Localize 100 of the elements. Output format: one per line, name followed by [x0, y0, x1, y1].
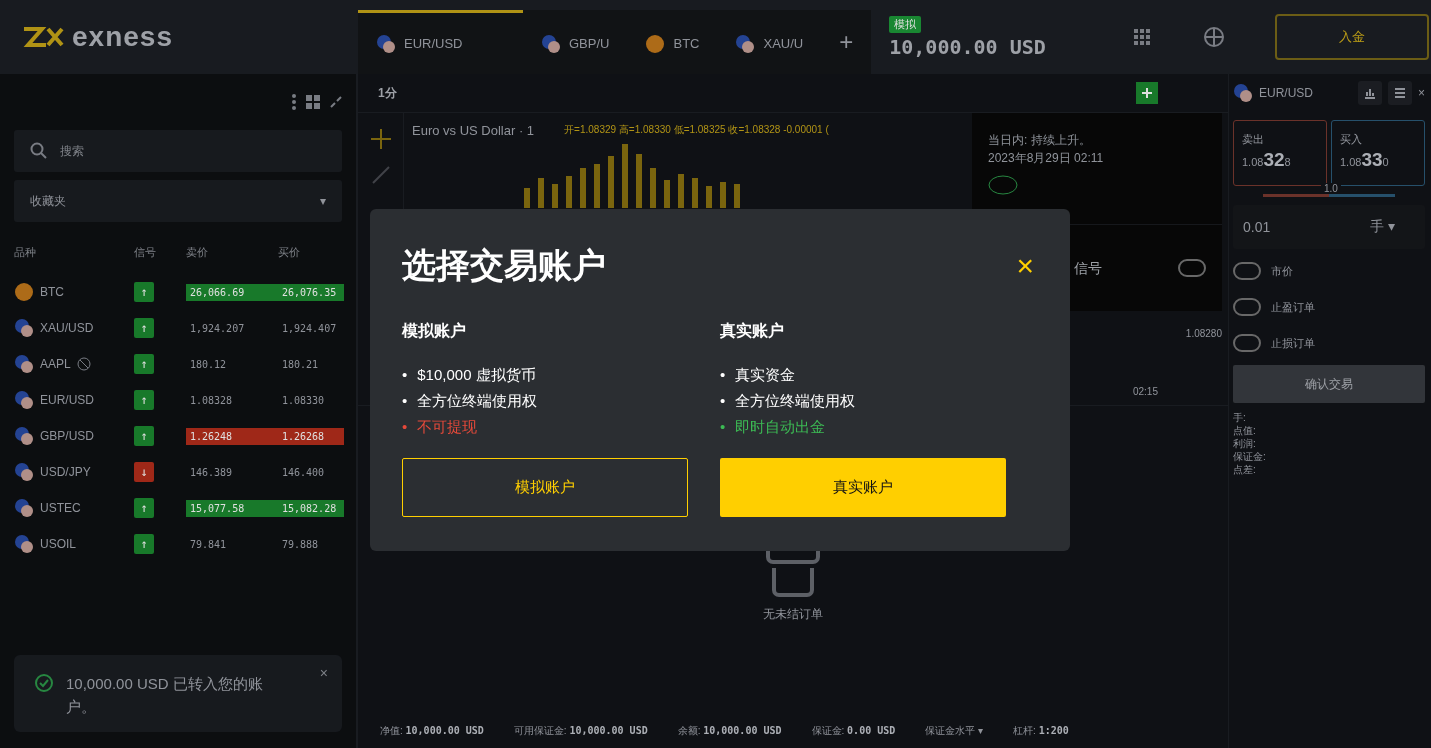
flag-icon [14, 354, 34, 374]
time-label: 02:15 [1132, 386, 1158, 397]
column-header: 买价 [278, 244, 301, 260]
dialog-title: 选择交易账户 [402, 245, 607, 286]
close-button[interactable]: × [319, 665, 328, 681]
ask-price: 1.26268 [278, 427, 344, 445]
feature-item: • 真实资金 [720, 365, 797, 385]
feature-item: • 全方位终端使用权 [402, 391, 539, 411]
account-balance[interactable]: 10,000.00 USD [889, 34, 1046, 59]
logo-icon [22, 25, 66, 49]
symbol-name[interactable]: BTC [40, 285, 64, 299]
chart-title: Euro vs US Dollar · 1 [412, 123, 535, 138]
close-button[interactable]: × [1016, 251, 1034, 281]
symbol-name[interactable]: USTEC [40, 501, 81, 515]
flag-icon [735, 33, 756, 54]
account-badge: 模拟 [889, 15, 922, 33]
candle [692, 178, 698, 208]
chart-view-button[interactable] [1358, 81, 1382, 105]
account-title: 模拟账户 [402, 321, 467, 341]
candle [538, 178, 544, 208]
ask-price: 79.888 [281, 537, 320, 552]
flag-icon [14, 462, 34, 482]
add-tab-button[interactable]: + [821, 10, 872, 74]
deposit-button[interactable]: 入金 [1275, 14, 1429, 60]
toggle-switch[interactable] [1233, 334, 1261, 352]
status-item: 净值: 10,000.00 USD [380, 724, 484, 738]
close-button[interactable]: × [1418, 86, 1425, 100]
instrument-tab[interactable]: XAU/U [717, 10, 822, 74]
toggle-switch[interactable] [1233, 298, 1261, 316]
crosshair-icon[interactable] [370, 129, 391, 149]
symbol-name[interactable]: USD/JPY [40, 465, 91, 479]
timeframe-button[interactable]: 1分 [378, 84, 397, 102]
candle [734, 184, 740, 208]
globe-icon[interactable] [1203, 26, 1225, 48]
status-item: 余额: 10,000.00 USD [677, 724, 782, 738]
filter-dropdown[interactable]: 收藏夹 ▾ [14, 180, 342, 222]
feature-item: • 即时自动出金 [720, 417, 827, 437]
flag-icon [14, 318, 34, 338]
search-field[interactable]: 搜索 [14, 130, 342, 172]
provider-logo-icon [988, 175, 1018, 195]
candle [580, 168, 586, 208]
bid-price: 1.08328 [189, 393, 234, 408]
notification-text: 10,000.00 USD 已转入您的账户。 [66, 674, 264, 717]
detail-label: 点差: [1233, 463, 1257, 476]
list-view-button[interactable] [1388, 81, 1412, 105]
column-header: 卖价 [186, 244, 209, 260]
signal-marker[interactable]: ↓ [134, 462, 154, 482]
new-order-button[interactable] [1136, 82, 1158, 104]
account-button[interactable]: 模拟账户 [402, 458, 688, 517]
price-label: 1.08280 [1185, 328, 1222, 339]
expand-icon[interactable] [330, 96, 342, 108]
symbol-name[interactable]: AAPL [40, 357, 71, 371]
symbol-name: EUR/USD [1259, 86, 1313, 100]
list-icon [1394, 87, 1406, 99]
spread-value: 1.0 [1321, 183, 1341, 194]
symbol-name[interactable]: EUR/USD [40, 393, 94, 407]
instrument-tab[interactable]: EUR/USD [358, 10, 523, 74]
candle [524, 188, 530, 208]
candle [664, 180, 670, 208]
detail-label: 利润: [1233, 437, 1257, 450]
ask-price: 146.400 [281, 465, 326, 480]
ohlc-values: 开=1.08329 高=1.08330 低=1.08325 收=1.08328 -0.00001 ( [564, 123, 829, 137]
candle [594, 164, 600, 208]
candle [706, 186, 712, 208]
candle [566, 176, 572, 208]
flag-icon [376, 33, 396, 54]
more-icon[interactable] [292, 94, 296, 110]
empty-orders-text: 无未结订单 [763, 605, 823, 623]
symbol-name[interactable]: USOIL [40, 537, 76, 551]
candle [608, 156, 614, 208]
signal-marker[interactable]: ↑ [134, 534, 154, 554]
symbol-name[interactable]: GBP/USD [40, 429, 94, 443]
flag-icon [541, 33, 561, 54]
unit-dropdown[interactable]: 手 ▾ [1370, 218, 1395, 236]
status-item: 杠杆: 1:200 [1013, 724, 1069, 738]
instrument-tab[interactable]: GBP/U [523, 10, 628, 74]
signal-marker[interactable]: ↑ [134, 498, 154, 518]
apps-grid-icon[interactable] [1133, 28, 1151, 46]
flag-icon [14, 390, 34, 410]
signal-toggle[interactable] [1178, 259, 1206, 277]
signal-marker[interactable]: ↑ [134, 318, 154, 338]
signal-marker[interactable]: ↑ [134, 354, 154, 374]
signal-marker[interactable]: ↑ [134, 282, 154, 302]
grid-icon[interactable] [306, 95, 320, 109]
feature-item: • 全方位终端使用权 [720, 391, 857, 411]
signal-marker[interactable]: ↑ [134, 390, 154, 410]
toggle-switch[interactable] [1233, 262, 1261, 280]
flag-icon [1233, 83, 1253, 103]
bid-price: 146.389 [189, 465, 234, 480]
candle [678, 174, 684, 208]
bid-price: 79.841 [189, 537, 228, 552]
coin-icon [14, 282, 34, 302]
detail-label: 保证金: [1233, 450, 1267, 463]
signal-marker[interactable]: ↑ [134, 426, 154, 446]
confirm-button[interactable]: 确认交易 [1233, 365, 1425, 403]
symbol-name[interactable]: XAU/USD [40, 321, 94, 335]
detail-label: 点值: [1233, 424, 1257, 437]
instrument-tab[interactable]: BTC [627, 10, 718, 74]
account-button[interactable]: 真实账户 [720, 458, 1006, 517]
feature-item: • $10,000 虚拟货币 [402, 365, 537, 385]
